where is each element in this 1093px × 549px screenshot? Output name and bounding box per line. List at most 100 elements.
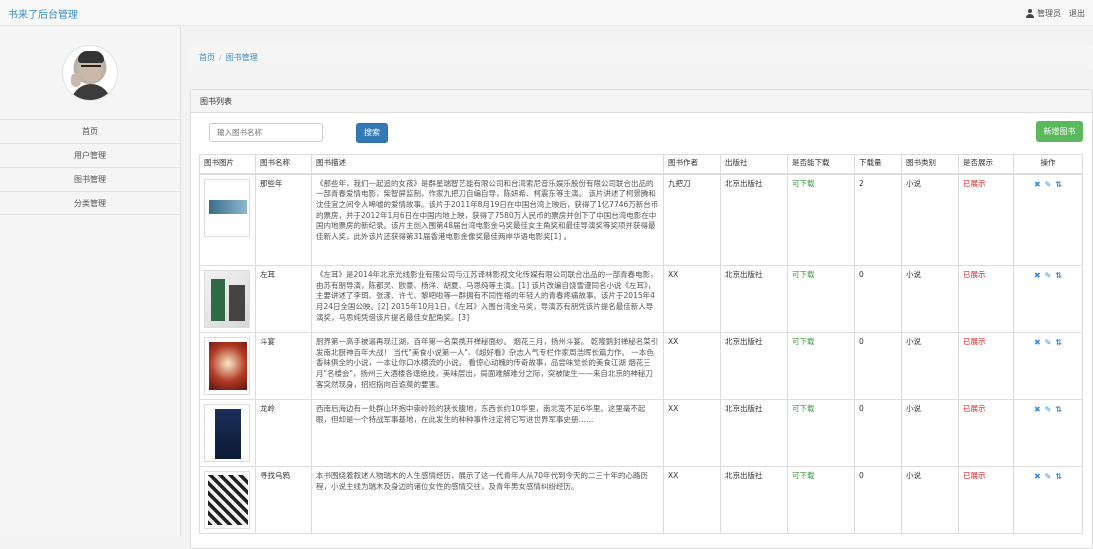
book-downloads: 0 [854, 466, 902, 535]
delete-icon[interactable]: ✖ [1034, 471, 1041, 482]
table-row: 寻找乌鸦 本书围绕着叙述人物瑞木的人生感情经历，展示了这一代青年人从70年代到今… [199, 466, 1083, 535]
book-downloads: 2 [854, 173, 902, 267]
book-downloadable: 可下载 [787, 466, 855, 535]
book-downloadable: 可下载 [787, 399, 855, 468]
column-header-cover: 图书图片 [199, 153, 256, 175]
delete-icon[interactable]: ✖ [1034, 337, 1041, 348]
book-display-status: 已展示 [958, 173, 1014, 267]
book-display-status: 已展示 [958, 332, 1014, 401]
delete-icon[interactable]: ✖ [1034, 179, 1041, 190]
top-right-actions: 管理员 退出 [1026, 8, 1085, 19]
column-header-downloadable: 是否能下载 [787, 153, 855, 175]
admin-label: 管理员 [1037, 9, 1061, 18]
column-header-name: 图书名称 [255, 153, 312, 175]
sort-icon[interactable]: ⇅ [1055, 337, 1062, 348]
book-description: 厨界第一高手被逼再现江湖，百年第一名菜携开禅秘面纱。 烟花三月，扬州斗宴。 乾隆… [311, 332, 664, 401]
row-actions: ✖ ✎ ⇅ [1013, 399, 1083, 468]
book-publisher: 北京出版社 [720, 173, 788, 267]
table-row: 斗宴 厨界第一高手被逼再现江湖，百年第一名菜携开禅秘面纱。 烟花三月，扬州斗宴。… [199, 332, 1083, 401]
sidebar-nav: 首页 用户管理 图书管理 分类管理 [0, 119, 180, 215]
book-name: 寻找乌鸦 [255, 466, 312, 535]
column-header-actions: 操作 [1013, 153, 1083, 175]
sidebar-item-users[interactable]: 用户管理 [0, 143, 180, 167]
book-category: 小说 [901, 399, 959, 468]
edit-icon[interactable]: ✎ [1045, 179, 1052, 190]
book-description: 本书围绕着叙述人物瑞木的人生感情经历，展示了这一代青年人从70年代到今天的二三十… [311, 466, 664, 535]
avatar [62, 45, 118, 101]
book-downloadable: 可下载 [787, 265, 855, 334]
admin-menu[interactable]: 管理员 [1026, 8, 1061, 19]
sidebar-item-categories[interactable]: 分类管理 [0, 191, 180, 215]
book-downloadable: 可下载 [787, 173, 855, 267]
column-header-description: 图书描述 [311, 153, 664, 175]
breadcrumb: 首页 / 图书管理 [190, 45, 1093, 71]
table-row: 左耳 《左耳》是2014年北京光线影业有限公司与江苏译林影视文化传媒有限公司联合… [199, 265, 1083, 334]
breadcrumb-home[interactable]: 首页 [199, 53, 215, 62]
book-author: XX [663, 332, 721, 401]
book-cover-image [204, 404, 250, 463]
table-row: 那些年 《那些年，我们一起追的女孩》是群星瑞智艺能有限公司和台湾索尼音乐娱乐股份… [199, 173, 1083, 267]
column-header-author: 图书作者 [663, 153, 721, 175]
logout-link[interactable]: 退出 [1069, 8, 1085, 19]
column-header-category: 图书类别 [901, 153, 959, 175]
book-name: 左耳 [255, 265, 312, 334]
edit-icon[interactable]: ✎ [1045, 471, 1052, 482]
table-header-row: 图书图片 图书名称 图书描述 图书作者 出版社 是否能下载 下载量 图书类别 是… [199, 153, 1083, 175]
book-description: 西南后海边有一处群山环抱中崇岭险的狭长腹地，东西长约10华里，南北宽不足6华里。… [311, 399, 664, 468]
book-publisher: 北京出版社 [720, 399, 788, 468]
book-author: XX [663, 399, 721, 468]
book-publisher: 北京出版社 [720, 265, 788, 334]
book-name: 龙岭 [255, 399, 312, 468]
row-actions: ✖ ✎ ⇅ [1013, 173, 1083, 267]
edit-icon[interactable]: ✎ [1045, 404, 1052, 415]
delete-icon[interactable]: ✖ [1034, 270, 1041, 281]
sidebar: 首页 用户管理 图书管理 分类管理 [0, 27, 181, 536]
search-button[interactable]: 搜索 [356, 123, 388, 143]
search-input[interactable] [209, 123, 323, 142]
brand-title[interactable]: 书来了后台管理 [8, 6, 78, 21]
row-actions: ✖ ✎ ⇅ [1013, 466, 1083, 535]
book-name: 斗宴 [255, 332, 312, 401]
book-cover-image [204, 471, 250, 530]
book-author: 九把刀 [663, 173, 721, 267]
column-header-downloads: 下载量 [854, 153, 902, 175]
add-book-button[interactable]: 新增图书 [1036, 121, 1083, 142]
sidebar-item-books[interactable]: 图书管理 [0, 167, 180, 191]
book-cover-image [204, 270, 250, 329]
book-author: XX [663, 466, 721, 535]
main-content: 首页 /图书管理 图书列表 搜索 新增图书 图书图片 图书名称 图书描述 图书作者… [190, 45, 1093, 549]
book-category: 小说 [901, 173, 959, 267]
top-navbar: 书来了后台管理 管理员 退出 [0, 0, 1093, 26]
sort-icon[interactable]: ⇅ [1055, 179, 1062, 190]
delete-icon[interactable]: ✖ [1034, 404, 1041, 415]
column-header-publisher: 出版社 [720, 153, 788, 175]
sidebar-item-home[interactable]: 首页 [0, 119, 180, 143]
breadcrumb-current: 图书管理 [225, 53, 258, 62]
book-category: 小说 [901, 466, 959, 535]
sort-icon[interactable]: ⇅ [1055, 471, 1062, 482]
book-display-status: 已展示 [958, 265, 1014, 334]
book-table: 图书图片 图书名称 图书描述 图书作者 出版社 是否能下载 下载量 图书类别 是… [199, 153, 1083, 535]
book-description: 《那些年，我们一起追的女孩》是群星瑞智艺能有限公司和台湾索尼音乐娱乐股份有限公司… [311, 173, 664, 267]
edit-icon[interactable]: ✎ [1045, 337, 1052, 348]
book-category: 小说 [901, 332, 959, 401]
book-downloadable: 可下载 [787, 332, 855, 401]
breadcrumb-separator: / [219, 53, 222, 62]
sort-icon[interactable]: ⇅ [1055, 404, 1062, 415]
edit-icon[interactable]: ✎ [1045, 270, 1052, 281]
column-header-display: 是否展示 [958, 153, 1014, 175]
book-display-status: 已展示 [958, 466, 1014, 535]
book-downloads: 0 [854, 332, 902, 401]
row-actions: ✖ ✎ ⇅ [1013, 332, 1083, 401]
sort-icon[interactable]: ⇅ [1055, 270, 1062, 281]
book-downloads: 0 [854, 399, 902, 468]
book-cover-image [204, 178, 250, 237]
book-publisher: 北京出版社 [720, 466, 788, 535]
book-description: 《左耳》是2014年北京光线影业有限公司与江苏译林影视文化传媒有限公司联合出品的… [311, 265, 664, 334]
panel-title: 图书列表 [191, 90, 1092, 113]
book-cover-image [204, 337, 250, 396]
book-publisher: 北京出版社 [720, 332, 788, 401]
book-author: XX [663, 265, 721, 334]
table-row: 龙岭 西南后海边有一处群山环抱中崇岭险的狭长腹地，东西长约10华里，南北宽不足6… [199, 399, 1083, 468]
user-icon [1026, 9, 1034, 18]
